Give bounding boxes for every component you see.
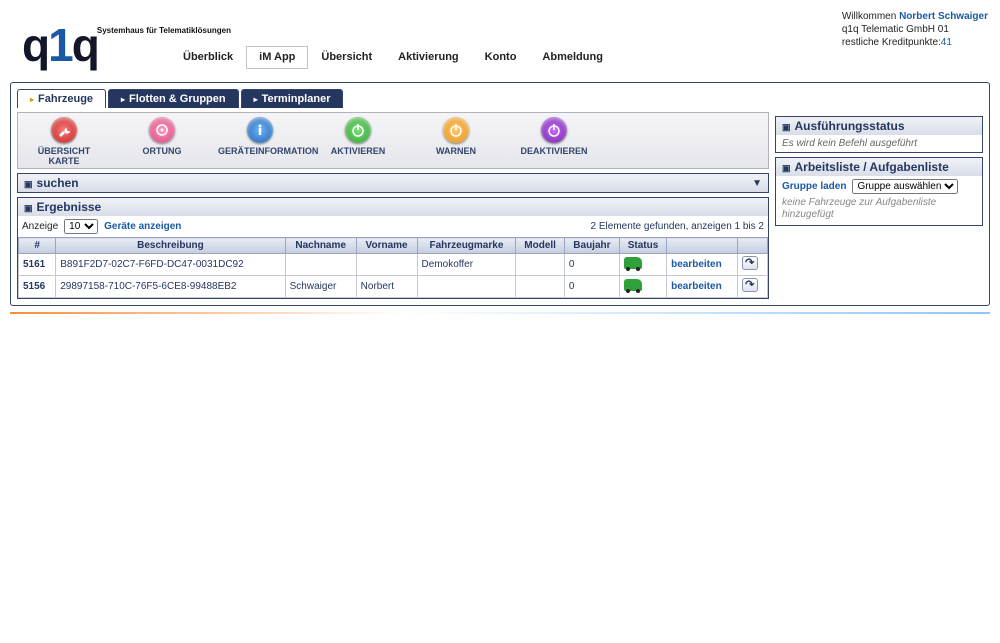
col-Beschreibung[interactable]: Beschreibung — [56, 238, 285, 254]
col-action[interactable] — [667, 238, 738, 254]
nav-im app[interactable]: iM App — [246, 46, 308, 69]
car-icon — [624, 279, 642, 291]
col-Modell[interactable]: Modell — [516, 238, 564, 254]
cell-lastname — [285, 254, 356, 276]
nav-aktivierung[interactable]: Aktivierung — [385, 46, 472, 69]
worklist-title: Arbeitsliste / Aufgabenliste — [795, 160, 949, 174]
target-icon — [149, 117, 175, 143]
cell-status — [619, 254, 666, 276]
cell-desc: 29897158-710C-76F5-6CE8-99488EB2 — [56, 276, 285, 298]
cell-model — [516, 276, 564, 298]
page-size-select[interactable]: 10 — [64, 219, 98, 234]
power-icon — [443, 117, 469, 143]
wrench-icon — [51, 117, 77, 143]
company-name: q1q Telematic GmbH 01 — [842, 23, 988, 36]
collapse-icon[interactable]: ▣ — [24, 203, 33, 213]
table-row[interactable]: 5161B891F2D7-02C7-F6FD-DC47-0031DC92 Demo… — [19, 254, 768, 276]
col-Vorname[interactable]: Vorname — [356, 238, 417, 254]
nav-abmeldung[interactable]: Abmeldung — [529, 46, 616, 69]
cell-brand — [417, 276, 516, 298]
tab-terminplaner[interactable]: ▸Terminplaner — [241, 89, 344, 108]
search-title: suchen — [37, 176, 79, 190]
col-Status[interactable]: Status — [619, 238, 666, 254]
power-icon — [541, 117, 567, 143]
nav-überblick[interactable]: Überblick — [170, 46, 246, 69]
table-row[interactable]: 515629897158-710C-76F5-6CE8-99488EB2Schw… — [19, 276, 768, 298]
edit-link[interactable]: bearbeiten — [671, 259, 722, 270]
footer-divider — [10, 312, 990, 314]
edit-link[interactable]: bearbeiten — [671, 281, 722, 292]
toolbar--bersicht-karte[interactable]: ÜBERSICHT KARTE — [22, 117, 106, 166]
cell-model — [516, 254, 564, 276]
dropdown-icon[interactable]: ▼ — [752, 178, 762, 189]
cell-lastname: Schwaiger — [285, 276, 356, 298]
results-count: 2 Elemente gefunden, anzeigen 1 bis 2 — [591, 221, 764, 232]
status-title: Ausführungsstatus — [795, 119, 905, 133]
toolbar-ortung[interactable]: ORTUNG — [120, 117, 204, 166]
collapse-icon[interactable]: ▣ — [782, 163, 791, 173]
nav-übersicht[interactable]: Übersicht — [308, 46, 385, 69]
group-load-label[interactable]: Gruppe laden — [782, 181, 846, 192]
credits-label: restliche Kreditpunkte: — [842, 37, 941, 48]
toolbar-warnen[interactable]: WARNEN — [414, 117, 498, 166]
tab-fahrzeuge[interactable]: ▸Fahrzeuge — [17, 89, 106, 108]
info-icon — [247, 117, 273, 143]
car-icon — [624, 257, 642, 269]
toolbar-aktivieren[interactable]: AKTIVIEREN — [316, 117, 400, 166]
col-action[interactable] — [738, 238, 768, 254]
results-section: ▣ Ergebnisse Anzeige 10 Geräte anzeigen 2… — [17, 197, 769, 299]
col-Nachname[interactable]: Nachname — [285, 238, 356, 254]
cell-desc: B891F2D7-02C7-F6FD-DC47-0031DC92 — [56, 254, 285, 276]
show-devices-button[interactable]: Geräte anzeigen — [104, 221, 181, 232]
cell-firstname — [356, 254, 417, 276]
worklist-note: keine Fahrzeuge zur Aufgabenliste hinzug… — [776, 197, 982, 225]
go-icon[interactable] — [742, 256, 758, 270]
col-Baujahr[interactable]: Baujahr — [564, 238, 619, 254]
cell-year: 0 — [564, 254, 619, 276]
cell-firstname: Norbert — [356, 276, 417, 298]
cell-id: 5156 — [19, 276, 56, 298]
results-table: #BeschreibungNachnameVornameFahrzeugmark… — [18, 237, 768, 298]
cell-id: 5161 — [19, 254, 56, 276]
power-icon — [345, 117, 371, 143]
user-box: Willkommen Norbert Schwaiger q1q Telemat… — [842, 10, 988, 49]
show-label: Anzeige — [22, 221, 58, 232]
collapse-icon[interactable]: ▣ — [24, 179, 33, 189]
nav-konto[interactable]: Konto — [472, 46, 530, 69]
tab-bar: ▸Fahrzeuge▸Flotten & Gruppen▸Terminplane… — [17, 89, 983, 108]
group-select[interactable]: Gruppe auswählen — [852, 179, 958, 194]
logo-tagline: Systemhaus für Telematiklösungen — [97, 26, 231, 35]
go-icon[interactable] — [742, 278, 758, 292]
search-section: ▣ suchen ▼ — [17, 173, 769, 193]
col-Fahrzeugmarke[interactable]: Fahrzeugmarke — [417, 238, 516, 254]
tab-flotten-gruppen[interactable]: ▸Flotten & Gruppen — [108, 89, 239, 108]
cell-year: 0 — [564, 276, 619, 298]
credits-value: 41 — [941, 37, 952, 48]
welcome-label: Willkommen — [842, 11, 896, 22]
action-toolbar: ÜBERSICHT KARTE ORTUNG GERÄTEINFORMATION AK… — [17, 112, 769, 169]
toolbar-ger-teinformation[interactable]: GERÄTEINFORMATION — [218, 117, 302, 166]
user-name[interactable]: Norbert Schwaiger — [899, 11, 988, 22]
cell-brand: Demokoffer — [417, 254, 516, 276]
toolbar-deaktivieren[interactable]: DEAKTIVIEREN — [512, 117, 596, 166]
main-frame: ▸Fahrzeuge▸Flotten & Gruppen▸Terminplane… — [10, 82, 990, 306]
worklist-panel: ▣ Arbeitsliste / Aufgabenliste Gruppe lad… — [775, 157, 983, 226]
results-title: Ergebnisse — [37, 200, 102, 214]
col-#[interactable]: # — [19, 238, 56, 254]
cell-status — [619, 276, 666, 298]
status-panel: ▣ Ausführungsstatus Es wird kein Befehl a… — [775, 116, 983, 153]
collapse-icon[interactable]: ▣ — [782, 122, 791, 132]
top-nav: ÜberblickiM AppÜbersichtAktivierungKonto… — [170, 46, 616, 69]
status-text: Es wird kein Befehl ausgeführt — [776, 135, 982, 152]
